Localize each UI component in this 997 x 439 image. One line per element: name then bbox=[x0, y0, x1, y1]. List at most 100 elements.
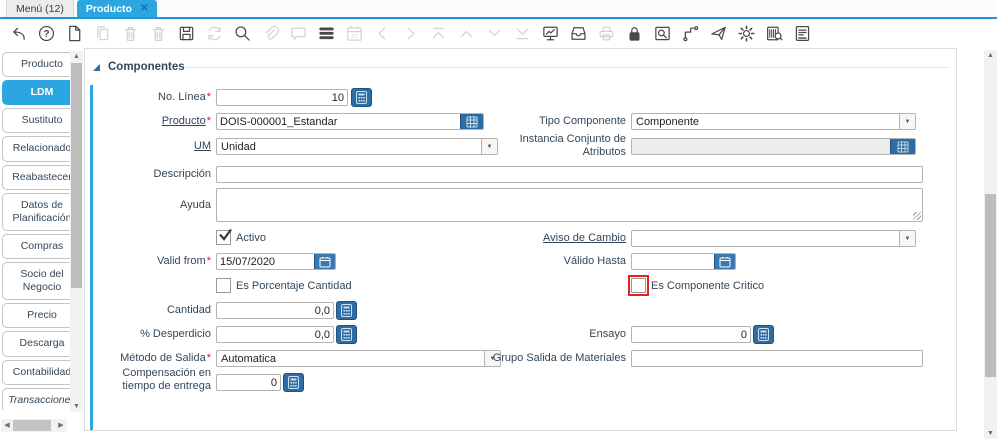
new-record-icon[interactable] bbox=[63, 23, 85, 45]
undo-icon[interactable] bbox=[7, 23, 29, 45]
sidebar-tab-relacionado[interactable]: Relacionado bbox=[2, 136, 70, 161]
sidebar-scrollbar[interactable]: ▲ ▼ bbox=[70, 51, 83, 412]
valido-hasta-calendar-button[interactable] bbox=[714, 254, 735, 269]
es-porcentaje-label: Es Porcentaje Cantidad bbox=[236, 280, 352, 292]
row-um: UM Unidad ▼ Instancia Conjunto de Atribu… bbox=[85, 138, 956, 157]
um-label[interactable]: UM bbox=[93, 138, 211, 155]
descripcion-field bbox=[216, 166, 923, 183]
sidebar-tab-reabastecer[interactable]: Reabastecer bbox=[2, 165, 70, 190]
compensacion-calculator-button[interactable] bbox=[283, 373, 304, 392]
last-record-icon bbox=[511, 23, 533, 45]
grupo-salida-input[interactable] bbox=[632, 351, 922, 366]
scroll-left-icon[interactable]: ◀ bbox=[1, 419, 13, 432]
scroll-right-icon[interactable]: ▶ bbox=[55, 419, 67, 432]
aviso-cambio-label[interactable]: Aviso de Cambio bbox=[421, 230, 626, 247]
grid-toggle-icon[interactable] bbox=[315, 23, 337, 45]
tab-menu[interactable]: Menú (12) bbox=[6, 0, 74, 17]
es-critico-checkbox[interactable] bbox=[631, 278, 646, 293]
metodo-salida-label: Método de Salida* bbox=[93, 350, 211, 367]
no-linea-calculator-button[interactable] bbox=[351, 88, 372, 107]
send-mail-icon[interactable] bbox=[707, 23, 729, 45]
sidebar-tab-ldm[interactable]: LDM bbox=[2, 80, 70, 105]
valido-hasta-label: Válido Hasta bbox=[421, 253, 626, 270]
es-porcentaje-checkbox[interactable] bbox=[216, 278, 231, 293]
ayuda-textarea[interactable] bbox=[217, 189, 922, 221]
scroll-down-icon[interactable]: ▼ bbox=[70, 401, 83, 412]
sidebar-scrollbar-thumb[interactable] bbox=[71, 63, 82, 288]
tipo-componente-label: Tipo Componente bbox=[421, 113, 626, 130]
compensacion-input[interactable] bbox=[217, 375, 280, 390]
calculator-icon bbox=[288, 376, 299, 389]
row-cantidad: Cantidad bbox=[85, 302, 956, 321]
workflow-icon[interactable] bbox=[679, 23, 701, 45]
row-producto: Producto* Tipo Componente Componente ▼ bbox=[85, 113, 956, 132]
report-icon[interactable] bbox=[539, 23, 561, 45]
ensayo-calculator-button[interactable] bbox=[753, 325, 774, 344]
no-linea-field bbox=[216, 89, 348, 106]
desperdicio-calculator-button[interactable] bbox=[336, 325, 357, 344]
ldm-window: { "tabs": { "menu": "Menú (12)", "produc… bbox=[0, 0, 997, 439]
group-header[interactable]: Componentes bbox=[92, 61, 185, 73]
row-porcentaje: Es Porcentaje Cantidad Es Componente Cri… bbox=[85, 278, 956, 297]
calculator-icon bbox=[341, 328, 352, 341]
scroll-down-icon[interactable]: ▼ bbox=[984, 428, 997, 439]
cantidad-input[interactable] bbox=[217, 303, 333, 318]
svg-text:?: ? bbox=[43, 29, 49, 40]
valid-from-calendar-button[interactable] bbox=[314, 254, 335, 269]
sidebar-hscrollbar[interactable]: ◀ ▶ bbox=[1, 419, 67, 432]
grupo-salida-field bbox=[631, 350, 923, 367]
row-activo: Activo Aviso de Cambio ▼ bbox=[85, 230, 956, 249]
resize-grip-icon[interactable] bbox=[913, 212, 921, 220]
valid-from-input[interactable] bbox=[217, 254, 314, 269]
ensayo-input[interactable] bbox=[632, 327, 750, 342]
aviso-cambio-select[interactable]: ▼ bbox=[631, 230, 916, 247]
sidebar-tab-contabilidad[interactable]: Contabilidad bbox=[2, 360, 70, 385]
main-scrollbar[interactable]: ▲ ▼ bbox=[984, 50, 997, 439]
close-icon[interactable]: ✕ bbox=[140, 4, 148, 14]
cantidad-calculator-button[interactable] bbox=[336, 301, 357, 320]
delete-record-icon bbox=[119, 23, 141, 45]
sidebar-tab-precio[interactable]: Precio bbox=[2, 303, 70, 328]
sidebar-tab-socio-del-negocio[interactable]: Socio del Negocio bbox=[2, 262, 70, 300]
tab-sidebar: Producto LDM Sustituto Relacionado Reabastec… bbox=[2, 52, 70, 410]
save-icon[interactable] bbox=[175, 23, 197, 45]
sidebar-tab-compras[interactable]: Compras bbox=[2, 234, 70, 259]
sidebar-tab-sustituto[interactable]: Sustituto bbox=[2, 108, 70, 133]
grupo-salida-label: Grupo Salida de Materiales bbox=[421, 350, 626, 367]
tipo-componente-select[interactable]: Componente ▼ bbox=[631, 113, 916, 130]
desperdicio-input[interactable] bbox=[217, 327, 333, 342]
sidebar-hscrollbar-thumb[interactable] bbox=[13, 420, 51, 431]
scroll-up-icon[interactable]: ▲ bbox=[70, 51, 83, 62]
no-linea-label: No. Línea* bbox=[93, 89, 211, 106]
lock-icon[interactable] bbox=[623, 23, 645, 45]
previous-record-icon bbox=[371, 23, 393, 45]
cantidad-label: Cantidad bbox=[93, 302, 211, 319]
main-scrollbar-thumb[interactable] bbox=[985, 194, 996, 377]
help-icon[interactable]: ? bbox=[35, 23, 57, 45]
valido-hasta-input[interactable] bbox=[632, 254, 714, 269]
toolbar: ? 31 bbox=[0, 19, 997, 48]
ensayo-field bbox=[631, 326, 751, 343]
parent-record-icon bbox=[455, 23, 477, 45]
sidebar-tab-producto[interactable]: Producto bbox=[2, 52, 70, 77]
descripcion-input[interactable] bbox=[217, 167, 922, 182]
export-icon[interactable] bbox=[763, 23, 785, 45]
calendar-icon: 31 bbox=[343, 23, 365, 45]
activo-checkbox[interactable] bbox=[216, 230, 231, 245]
producto-label[interactable]: Producto* bbox=[93, 113, 211, 130]
sidebar-tab-descarga[interactable]: Descarga bbox=[2, 331, 70, 356]
zoom-across-icon[interactable] bbox=[651, 23, 673, 45]
tab-producto[interactable]: Producto ✕ bbox=[77, 0, 157, 17]
instancia-attribute-button[interactable] bbox=[890, 139, 915, 154]
process-icon[interactable] bbox=[735, 23, 757, 45]
no-linea-input[interactable] bbox=[217, 90, 347, 105]
file-report-icon[interactable] bbox=[791, 23, 813, 45]
archive-icon[interactable] bbox=[567, 23, 589, 45]
scroll-up-icon[interactable]: ▲ bbox=[984, 50, 997, 61]
um-select[interactable]: Unidad ▼ bbox=[216, 138, 498, 155]
sidebar-tab-datos-de-planificacion[interactable]: Datos de Planificación bbox=[2, 193, 70, 231]
sidebar-tab-transacciones[interactable]: Transacciones bbox=[2, 388, 70, 410]
find-icon[interactable] bbox=[231, 23, 253, 45]
es-porcentaje-checkbox-group: Es Porcentaje Cantidad bbox=[216, 278, 352, 293]
row-compensacion: Compensación en tiempo de entrega bbox=[85, 367, 956, 401]
